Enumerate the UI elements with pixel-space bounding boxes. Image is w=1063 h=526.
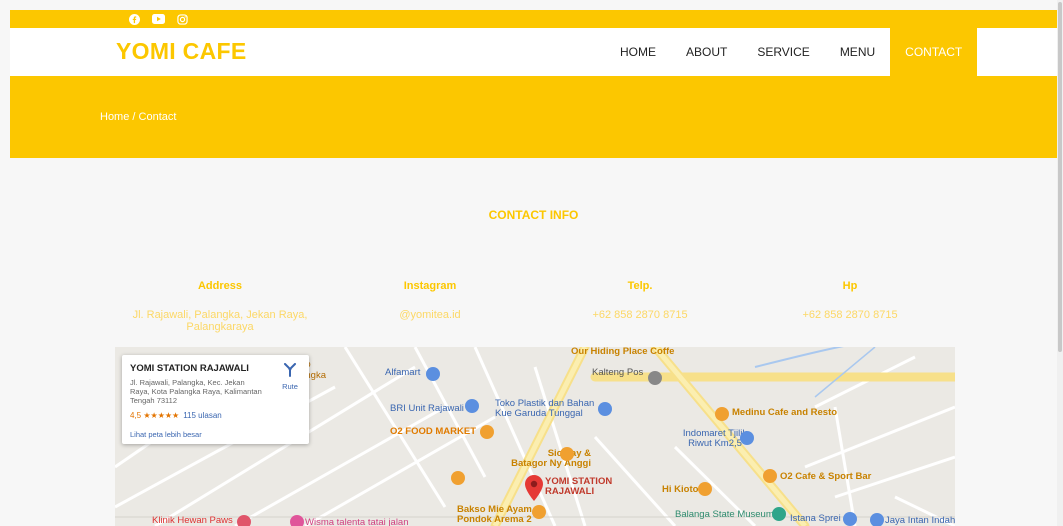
restaurant-pin-icon: [715, 407, 729, 421]
bank-pin-icon: [465, 399, 479, 413]
instagram-icon[interactable]: [175, 12, 189, 26]
youtube-icon[interactable]: [151, 12, 165, 26]
map-place-o2cafe[interactable]: O2 Cafe & Sport Bar: [780, 471, 871, 482]
brand-logo[interactable]: YOMI CAFE: [116, 38, 246, 65]
clinic-pin-icon: [237, 515, 251, 526]
map-card-address: Jl. Rajawali, Palangka, Kec. Jekan Raya,…: [130, 378, 262, 405]
restaurant-pin-icon: [532, 505, 546, 519]
restaurant-pin-icon: [560, 447, 574, 461]
map-card-title: YOMI STATION RAJAWALI: [130, 363, 249, 374]
reviews-link[interactable]: 115 ulasan: [183, 411, 222, 420]
map-info-card: YOMI STATION RAJAWALI Jl. Rajawali, Pala…: [122, 355, 309, 444]
page-hero: Home / Contact: [10, 76, 1057, 158]
restaurant-pin-icon: [480, 425, 494, 439]
map-place-yomi[interactable]: YOMI STATION RAJAWALI: [545, 477, 625, 497]
shop-pin-icon: [740, 431, 754, 445]
telp-block: Telp. +62 858 2870 8715: [535, 280, 745, 321]
shop-pin-icon: [843, 512, 857, 526]
directions-icon: [284, 363, 296, 377]
breadcrumb: Home / Contact: [100, 111, 177, 123]
rating-value: 4,5 ★★★★★: [130, 411, 180, 420]
page-scrollbar[interactable]: [1057, 0, 1063, 526]
instagram-value[interactable]: @yomitea.id: [325, 309, 535, 321]
address-value: Jl. Rajawali, Palangka, Jekan Raya, Pala…: [132, 309, 308, 333]
shop-pin-icon: [426, 367, 440, 381]
museum-pin-icon: [772, 507, 786, 521]
restaurant-pin-icon: [763, 469, 777, 483]
nav-item-about[interactable]: ABOUT: [671, 28, 742, 76]
map-card-rating: 4,5 ★★★★★ 115 ulasan: [130, 411, 222, 420]
instagram-block: Instagram @yomitea.id: [325, 280, 535, 321]
facebook-icon[interactable]: [127, 12, 141, 26]
telp-value: +62 858 2870 8715: [592, 309, 688, 321]
map-place-medinu[interactable]: Medinu Cafe and Resto: [732, 407, 837, 418]
map-place-alfamart[interactable]: Alfamart: [385, 367, 420, 378]
instagram-label: Instagram: [403, 280, 457, 292]
shop-pin-icon: [870, 513, 884, 526]
map-place-wisma[interactable]: Wisma talenta tatai jalan: [305, 517, 409, 526]
location-marker-icon[interactable]: [525, 475, 543, 501]
larger-map-link[interactable]: Lihat peta lebih besar: [130, 430, 202, 439]
map-place-bri[interactable]: BRI Unit Rajawali: [390, 403, 464, 414]
route-label: Rute: [282, 382, 298, 391]
hotel-pin-icon: [290, 515, 304, 526]
map-place-klinik[interactable]: Klinik Hewan Paws: [152, 515, 233, 526]
restaurant-pin-icon: [698, 482, 712, 496]
main-nav: HOME ABOUT SERVICE MENU CONTACT: [605, 28, 978, 76]
scrollbar-thumb[interactable]: [1058, 2, 1062, 352]
nav-item-contact[interactable]: CONTACT: [890, 28, 978, 76]
map-place-hiding[interactable]: Our Hiding Place Coffe: [571, 347, 674, 357]
map-place-istana[interactable]: Istana Sprei: [790, 513, 841, 524]
hp-label: Hp: [842, 280, 858, 292]
place-pin-icon: [648, 371, 662, 385]
navbar: YOMI CAFE HOME ABOUT SERVICE MENU CONTAC…: [10, 28, 1057, 76]
social-links: [127, 12, 189, 26]
nav-item-menu[interactable]: MENU: [825, 28, 890, 76]
map-place-o2food[interactable]: O2 FOOD MARKET: [390, 426, 476, 437]
map-place-toko[interactable]: Toko Plastik dan Bahan Kue Garuda Tungga…: [495, 399, 610, 419]
map-place-jaya[interactable]: Jaya Intan Indah: [885, 515, 955, 526]
route-button[interactable]: Rute: [278, 363, 302, 391]
top-social-bar: [10, 10, 1057, 28]
telp-label: Telp.: [627, 280, 653, 292]
nav-item-home[interactable]: HOME: [605, 28, 671, 76]
map-place-siomay[interactable]: Siomay & Batagor Ny Anggi: [511, 449, 591, 469]
map-place-bakso[interactable]: Bakso Mie Ayam Pondok Arema 2: [457, 505, 537, 525]
contact-title: CONTACT INFO: [488, 208, 579, 222]
restaurant-pin-icon: [451, 471, 465, 485]
map-place-kalteng[interactable]: Kalteng Pos: [592, 367, 643, 378]
shop-pin-icon: [598, 402, 612, 416]
hp-value: +62 858 2870 8715: [802, 309, 898, 321]
hp-block: Hp +62 858 2870 8715: [745, 280, 955, 321]
map-place-hikioto[interactable]: Hi Kioto: [662, 484, 698, 495]
address-label: Address: [197, 280, 243, 292]
map-place-balanga[interactable]: Balanga State Museum: [675, 509, 774, 520]
nav-item-service[interactable]: SERVICE: [742, 28, 824, 76]
address-block: Address Jl. Rajawali, Palangka, Jekan Ra…: [115, 280, 325, 333]
